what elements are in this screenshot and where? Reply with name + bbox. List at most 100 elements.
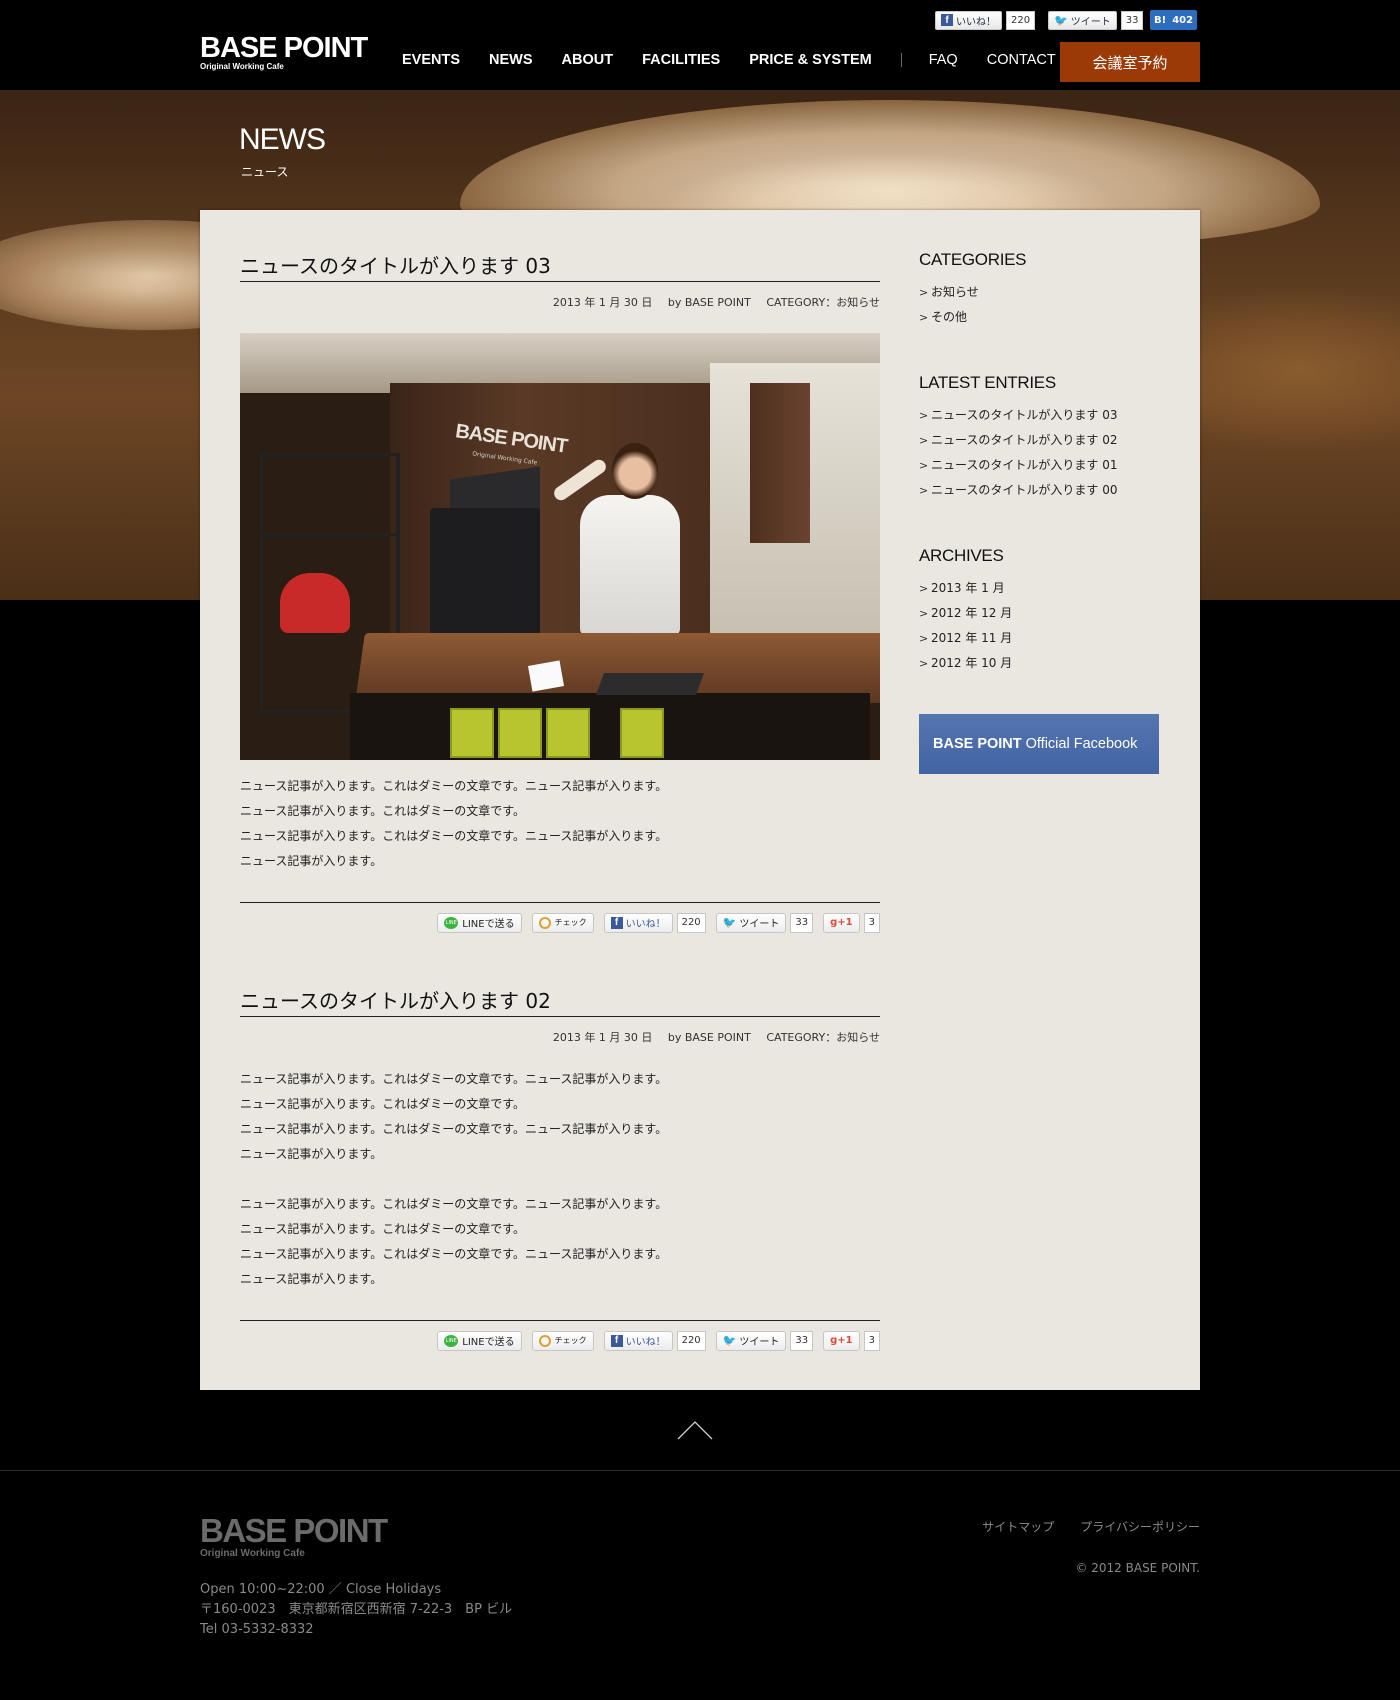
share-bar: LINE LINEで送る チェック f いいね！ 220 🐦 ツイート 33 g +1 … [240, 1320, 880, 1352]
header: BASE POINT Original Working Cafe f いいね！ 2… [0, 0, 1400, 90]
mixi-check-button[interactable]: チェック [531, 1330, 594, 1351]
hatena-count: 402 [1172, 14, 1194, 26]
nav-faq[interactable]: FAQ [929, 52, 958, 68]
article-meta: 2013 年 1 月 30 日 by BASE POINT CATEGORY：お… [240, 294, 880, 310]
photo-counter-base [350, 693, 870, 760]
article-photo: BASE POINT Original Working Cafe [240, 333, 880, 760]
tweet-button[interactable]: 🐦 ツイート [1048, 10, 1117, 30]
logo-text: BASE POINT [200, 32, 368, 64]
article-category[interactable]: CATEGORY：お知らせ [766, 1031, 880, 1044]
facebook-like-button[interactable]: f いいね！ [935, 10, 1002, 30]
article-paragraph: ニュース記事が入ります。これはダミーの文章です。ニュース記事が入ります。 [240, 1072, 668, 1086]
site-logo[interactable]: BASE POINT Original Working Cafe [200, 32, 368, 72]
line-share-button[interactable]: LINE LINEで送る [437, 1330, 522, 1351]
facebook-icon: f [610, 916, 623, 929]
chevron-right-icon: > [919, 582, 929, 595]
google-plus-button[interactable]: g +1 [823, 912, 860, 933]
share-bar: LINE LINEで送る チェック f いいね！ 220 🐦 ツイート 33 g +1 … [240, 902, 880, 934]
latest-entry-label: ニュースのタイトルが入ります 00 [931, 483, 1118, 497]
tweet-label: ツイート [739, 919, 780, 930]
category-item[interactable]: > その他 [919, 305, 1164, 330]
categories-list: > お知らせ > その他 [919, 280, 1164, 330]
hatena-bookmark-button[interactable]: B! 402 [1150, 10, 1198, 30]
footer-hours: Open 10:00~22:00 ／ Close Holidays [200, 1582, 442, 1597]
article-paragraph: ニュース記事が入ります。これはダミーの文章です。ニュース記事が入ります。 [240, 779, 668, 793]
article-title[interactable]: ニュースのタイトルが入ります 02 [240, 985, 880, 1017]
news-article: ニュースのタイトルが入ります 03 2013 年 1 月 30 日 by BAS… [240, 250, 880, 934]
facebook-like-button[interactable]: f いいね！ [603, 912, 673, 933]
photo-basket [546, 708, 590, 758]
photo-person-body [580, 495, 680, 635]
google-plus-icon: g [830, 917, 838, 928]
page-subtitle: ニュース [241, 165, 289, 179]
tweet-button[interactable]: 🐦 ツイート [715, 912, 787, 933]
category-label: お知らせ [931, 285, 979, 299]
article-paragraph: ニュース記事が入ります。これはダミーの文章です。ニュース記事が入ります。 [240, 1122, 668, 1136]
header-tweet[interactable]: 🐦 ツイート 33 [1048, 10, 1144, 30]
facebook-like-button[interactable]: f いいね！ [603, 1330, 673, 1351]
google-plus-button[interactable]: g +1 [823, 1330, 860, 1351]
footer-links: サイトマップ プライバシーポリシー [982, 1518, 1200, 1535]
tweet-label: ツイート [739, 1337, 780, 1348]
facebook-page-banner[interactable]: BASE POINT Official Facebook [919, 714, 1159, 774]
photo-basket [498, 708, 542, 758]
nav-news[interactable]: NEWS [489, 52, 533, 68]
latest-entry-item[interactable]: > ニュースのタイトルが入ります 02 [919, 428, 1164, 453]
footer-logo-tagline: Original Working Cafe [200, 1548, 305, 1559]
article-title[interactable]: ニュースのタイトルが入ります 03 [240, 250, 880, 282]
latest-entries-list: > ニュースのタイトルが入ります 03 > ニュースのタイトルが入ります 02 > ニ… [919, 403, 1164, 503]
nav-price-system[interactable]: PRICE & SYSTEM [749, 52, 871, 68]
tweet-count: 33 [1120, 10, 1144, 30]
photo-tray [595, 673, 705, 695]
latest-entry-item[interactable]: > ニュースのタイトルが入ります 01 [919, 453, 1164, 478]
archive-label: 2012 年 10 月 [931, 656, 1013, 670]
sidebar: CATEGORIES > お知らせ > その他 LATEST ENTRIES > ニュ… [919, 250, 1164, 774]
line-label: LINEで送る [462, 1337, 515, 1348]
photo-person-head [612, 443, 658, 499]
nav-facilities[interactable]: FACILITIES [642, 52, 720, 68]
meeting-room-reservation-button[interactable]: 会議室予約 [1060, 42, 1200, 82]
twitter-icon: 🐦 [722, 1334, 737, 1347]
category-item[interactable]: > お知らせ [919, 280, 1164, 305]
news-article: ニュースのタイトルが入ります 02 2013 年 1 月 30 日 by BAS… [240, 985, 880, 1352]
categories-heading: CATEGORIES [919, 250, 1027, 269]
footer-divider [0, 1470, 1400, 1471]
footer-link-sitemap[interactable]: サイトマップ [982, 1518, 1054, 1535]
nav-about[interactable]: ABOUT [562, 52, 614, 68]
archive-item[interactable]: >2012 年 11 月 [919, 626, 1164, 651]
facebook-icon: f [610, 1334, 623, 1347]
archive-item[interactable]: >2012 年 10 月 [919, 651, 1164, 676]
nav-contact[interactable]: CONTACT [987, 52, 1056, 68]
nav-divider [900, 53, 902, 67]
mixi-icon [538, 916, 551, 929]
main-nav: EVENTS NEWS ABOUT FACILITIES PRICE & SYS… [402, 52, 1085, 68]
footer-link-privacy[interactable]: プライバシーポリシー [1080, 1518, 1200, 1535]
latest-entry-label: ニュースのタイトルが入ります 02 [931, 433, 1118, 447]
archive-item[interactable]: >2012 年 12 月 [919, 601, 1164, 626]
hatena-icon: B! [1154, 14, 1167, 26]
article-meta: 2013 年 1 月 30 日 by BASE POINT CATEGORY：お… [240, 1029, 880, 1045]
footer-tel: Tel 03-5332-8332 [200, 1622, 314, 1637]
nav-events[interactable]: EVENTS [402, 52, 460, 68]
latest-entry-label: ニュースのタイトルが入ります 03 [931, 408, 1118, 422]
header-facebook-like[interactable]: f いいね！ 220 [935, 10, 1036, 30]
tweet-count: 33 [790, 912, 814, 933]
mixi-check-button[interactable]: チェック [531, 912, 594, 933]
page-title: NEWS [239, 123, 326, 156]
back-to-top-icon[interactable] [677, 1420, 713, 1440]
latest-entry-item[interactable]: > ニュースのタイトルが入ります 03 [919, 403, 1164, 428]
chevron-right-icon: > [919, 632, 929, 645]
chevron-right-icon: > [919, 657, 929, 670]
line-share-button[interactable]: LINE LINEで送る [437, 912, 522, 933]
gplus-label: +1 [837, 917, 853, 928]
article-category[interactable]: CATEGORY：お知らせ [766, 296, 880, 309]
mixi-label: チェック [554, 1336, 587, 1345]
footer-logo[interactable]: BASE POINT Original Working Cafe [200, 1514, 388, 1559]
archive-label: 2012 年 12 月 [931, 606, 1013, 620]
header-hatena[interactable]: B! 402 [1150, 10, 1198, 30]
archives-list: >2013 年 1 月 >2012 年 12 月 >2012 年 11 月 >2… [919, 576, 1164, 676]
chevron-right-icon: > [919, 434, 929, 447]
archive-item[interactable]: >2013 年 1 月 [919, 576, 1164, 601]
latest-entry-item[interactable]: > ニュースのタイトルが入ります 00 [919, 478, 1164, 503]
tweet-button[interactable]: 🐦 ツイート [715, 1330, 787, 1351]
